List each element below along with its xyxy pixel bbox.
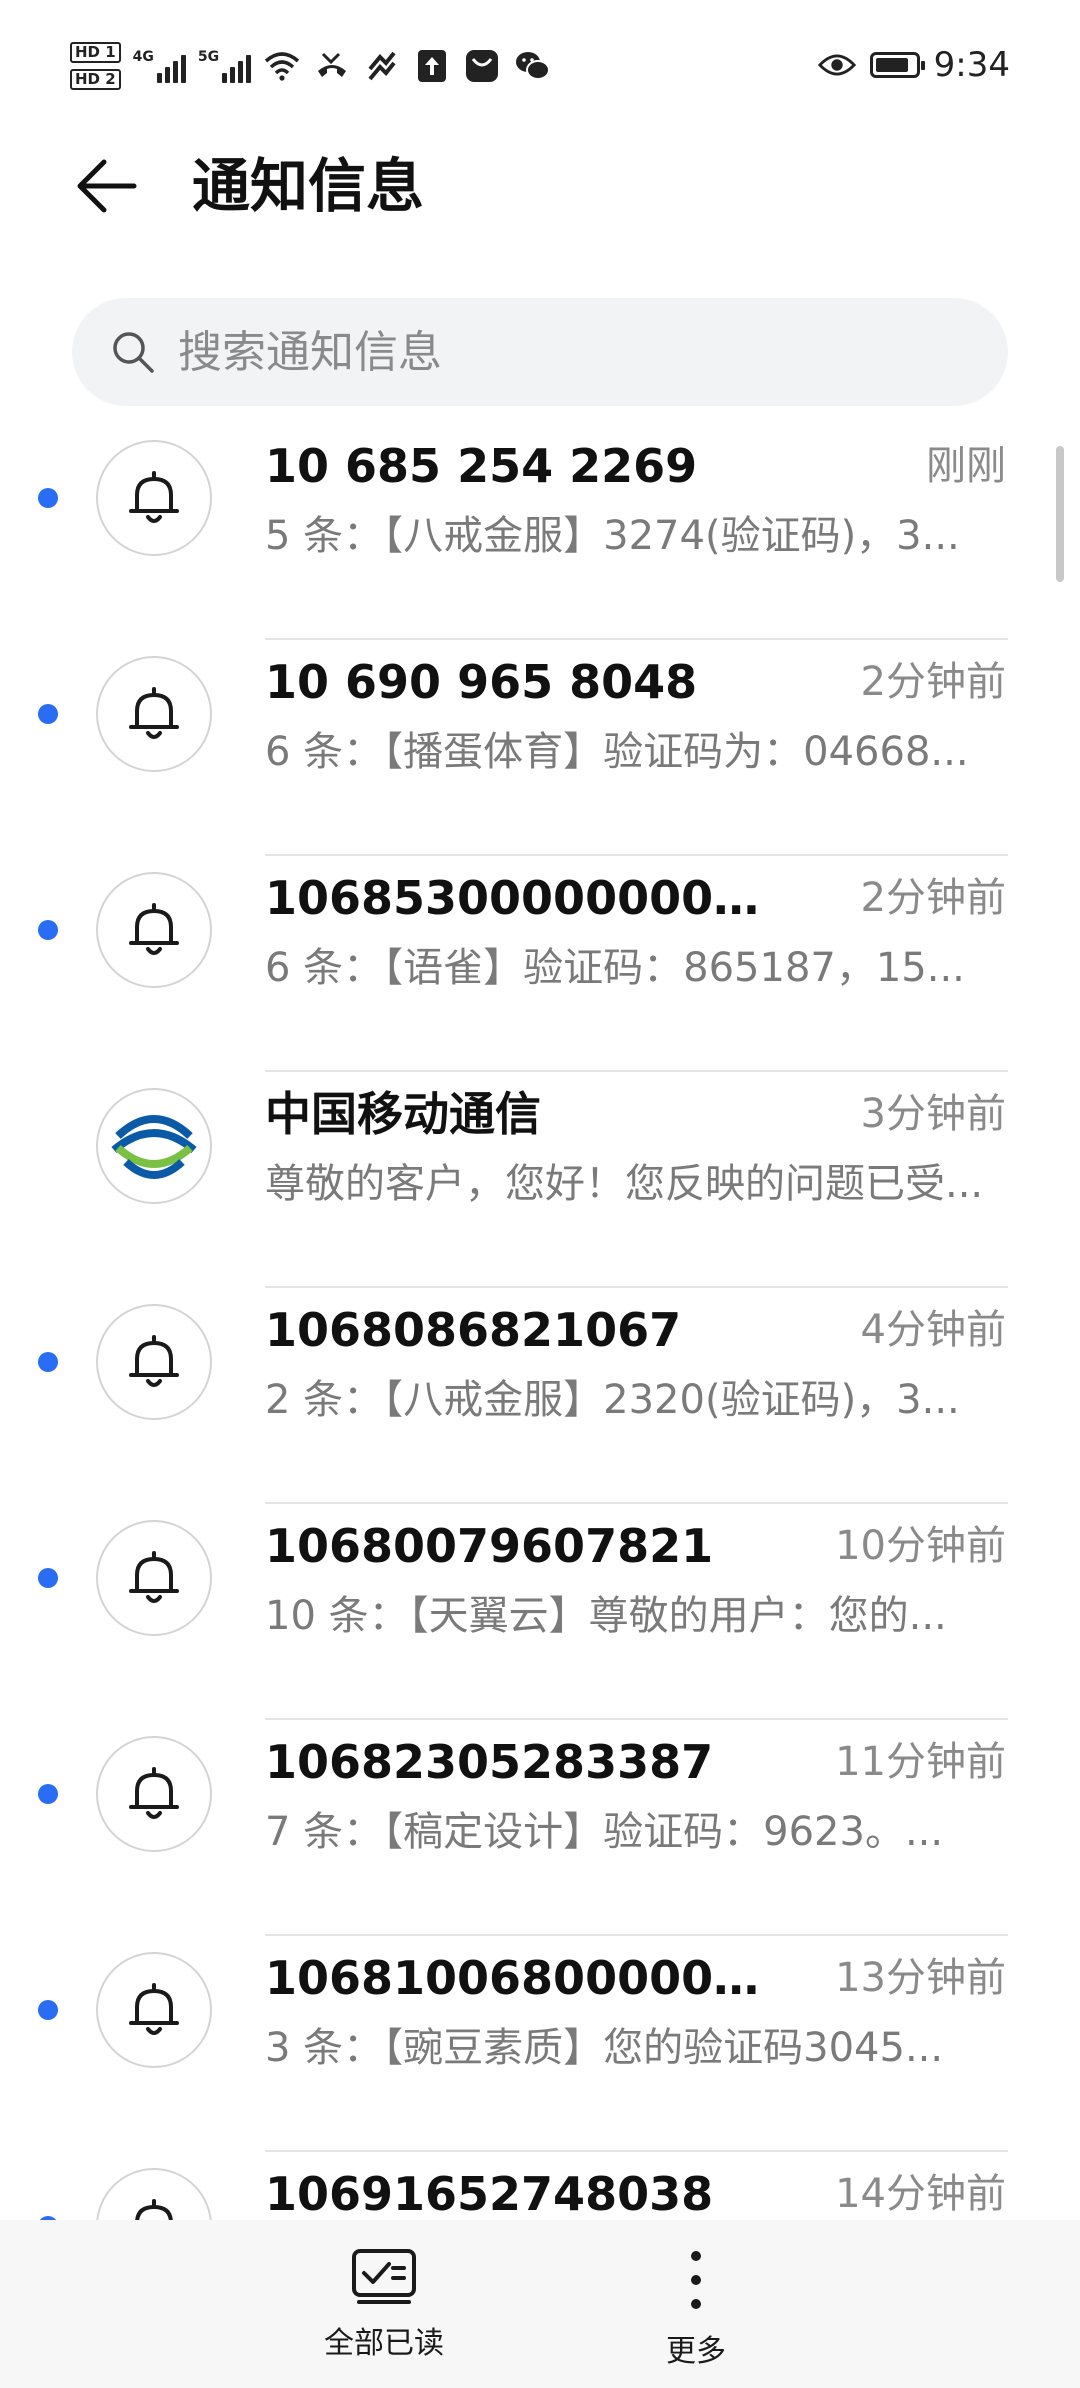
sender-avatar <box>96 656 212 772</box>
message-row[interactable]: 10691652748038 14分钟前 <box>0 2152 1080 2220</box>
message-time: 11分钟前 <box>835 1739 1006 1785</box>
message-list[interactable]: 10 685 254 2269 刚刚 5 条：【八戒金服】3274(验证码)，3..… <box>0 424 1080 2220</box>
sender-avatar <box>96 2168 212 2220</box>
scrollbar[interactable] <box>1056 446 1064 582</box>
message-row[interactable]: 10681006800000433... 13分钟前 3 条：【豌豆素质】您的验证码… <box>0 1936 1080 2152</box>
search-icon <box>113 332 154 373</box>
message-preview: 5 条：【八戒金服】3274(验证码)，3... <box>265 513 960 559</box>
status-bar: HD 1 HD 2 4G 5G 9:34 <box>0 0 1080 130</box>
sender-avatar <box>96 872 212 988</box>
bell-icon <box>129 1983 179 2035</box>
sender-name: 1068086821067 <box>265 1303 682 1357</box>
status-time: 9:34 <box>933 45 1010 85</box>
more-label: 更多 <box>666 2334 726 2369</box>
message-time: 刚刚 <box>926 443 1006 489</box>
mark-all-read-button[interactable]: 全部已读 <box>284 2248 484 2362</box>
hd-indicators: HD 1 HD 2 <box>70 42 121 90</box>
message-preview: 7 条：【稿定设计】验证码：9623。... <box>265 1809 944 1855</box>
message-time: 10分钟前 <box>835 1523 1006 1569</box>
message-preview: 6 条：【播蛋体育】验证码为：04668... <box>265 729 969 775</box>
message-time: 4分钟前 <box>860 1307 1006 1353</box>
hd1-badge: HD 1 <box>70 42 121 63</box>
china-mobile-logo <box>108 1100 200 1192</box>
message-time: 2分钟前 <box>860 659 1006 705</box>
page-title: 通知信息 <box>192 152 425 220</box>
message-preview: 6 条：【语雀】验证码：865187，15... <box>265 945 965 991</box>
message-row[interactable]: 10 690 965 8048 2分钟前 6 条：【播蛋体育】验证码为：04668.… <box>0 640 1080 856</box>
message-time: 2分钟前 <box>860 875 1006 921</box>
signal-5g-icon: 5G <box>197 49 252 83</box>
search-input[interactable] <box>176 325 940 379</box>
message-preview: 10 条：【天翼云】尊敬的用户：您的... <box>265 1593 947 1639</box>
more-vertical-icon <box>691 2251 701 2309</box>
back-button[interactable] <box>70 150 142 222</box>
message-row[interactable]: 1068530000000010094... 2分钟前 6 条：【语雀】验证码：86… <box>0 856 1080 1072</box>
sender-avatar <box>96 440 212 556</box>
missed-call-icon <box>313 47 351 85</box>
net2-label: 5G <box>197 49 220 65</box>
sender-name: 10 690 965 8048 <box>265 655 698 709</box>
sender-avatar <box>96 1520 212 1636</box>
status-left-icons: HD 1 HD 2 4G 5G <box>70 36 551 96</box>
status-right-icons: 9:34 <box>817 40 1010 90</box>
net1-label: 4G <box>132 49 154 65</box>
battery-icon <box>869 52 925 78</box>
message-preview: 3 条：【豌豆素质】您的验证码3045... <box>265 2025 944 2071</box>
bell-icon <box>129 1551 179 1603</box>
sender-name: 10681006800000433... <box>265 1951 785 2005</box>
hd2-badge: HD 2 <box>70 69 121 90</box>
eye-icon <box>817 46 856 84</box>
sender-avatar <box>96 1736 212 1852</box>
bell-icon <box>129 1335 179 1387</box>
bell-icon <box>135 2199 173 2220</box>
sender-avatar <box>96 1952 212 2068</box>
search-bar[interactable] <box>72 298 1008 406</box>
app-header: 通知信息 <box>0 130 1080 240</box>
bell-icon <box>129 1767 179 1819</box>
sender-name: 10691652748038 <box>265 2167 714 2220</box>
bell-icon <box>129 687 179 739</box>
arrow-left-icon <box>77 159 137 213</box>
unread-dot <box>38 1352 58 1372</box>
unread-dot <box>38 1784 58 1804</box>
sender-name: 10 685 254 2269 <box>265 439 698 493</box>
message-row[interactable]: 10680079607821 10分钟前 10 条：【天翼云】尊敬的用户：您的... <box>0 1504 1080 1720</box>
message-time: 14分钟前 <box>835 2171 1006 2217</box>
wechat-icon <box>513 47 551 85</box>
sender-name: 10680079607821 <box>265 1519 714 1573</box>
unread-dot <box>38 2000 58 2020</box>
unread-dot <box>38 920 58 940</box>
unread-dot <box>38 488 58 508</box>
message-time: 13分钟前 <box>835 1955 1006 2001</box>
sender-name: 10682305283387 <box>265 1735 714 1789</box>
mark-all-read-label: 全部已读 <box>324 2326 444 2361</box>
sender-avatar <box>96 1304 212 1420</box>
sender-name: 1068530000000010094... <box>265 871 785 925</box>
signal-4g-icon: 4G <box>133 49 186 83</box>
unread-dot <box>38 704 58 724</box>
unread-dot <box>38 1568 58 1588</box>
notification-icon <box>363 47 401 85</box>
more-button[interactable]: 更多 <box>596 2248 796 2370</box>
message-row[interactable]: 1068086821067 4分钟前 2 条：【八戒金服】2320(验证码)，3..… <box>0 1288 1080 1504</box>
bell-icon <box>129 903 179 955</box>
battery-fill <box>875 58 908 72</box>
mark-read-icon <box>352 2249 416 2304</box>
message-preview: 2 条：【八戒金服】2320(验证码)，3... <box>265 1377 960 1423</box>
message-row[interactable]: 10682305283387 11分钟前 7 条：【稿定设计】验证码：9623。..… <box>0 1720 1080 1936</box>
wifi-icon <box>263 47 301 85</box>
message-row[interactable]: 中国移动通信 3分钟前尊敬的客户，您好！您反映的问题已受... <box>0 1072 1080 1288</box>
sender-name: 中国移动通信 <box>265 1087 541 1141</box>
message-row[interactable]: 10 685 254 2269 刚刚 5 条：【八戒金服】3274(验证码)，3..… <box>0 424 1080 640</box>
app-icon <box>463 47 501 85</box>
message-preview: 尊敬的客户，您好！您反映的问题已受... <box>265 1161 984 1207</box>
sender-avatar <box>96 1088 212 1204</box>
bell-icon <box>129 471 179 523</box>
upload-icon <box>413 47 451 85</box>
bottom-bar: 全部已读 更多 <box>0 2220 1080 2388</box>
message-time: 3分钟前 <box>860 1091 1006 1137</box>
